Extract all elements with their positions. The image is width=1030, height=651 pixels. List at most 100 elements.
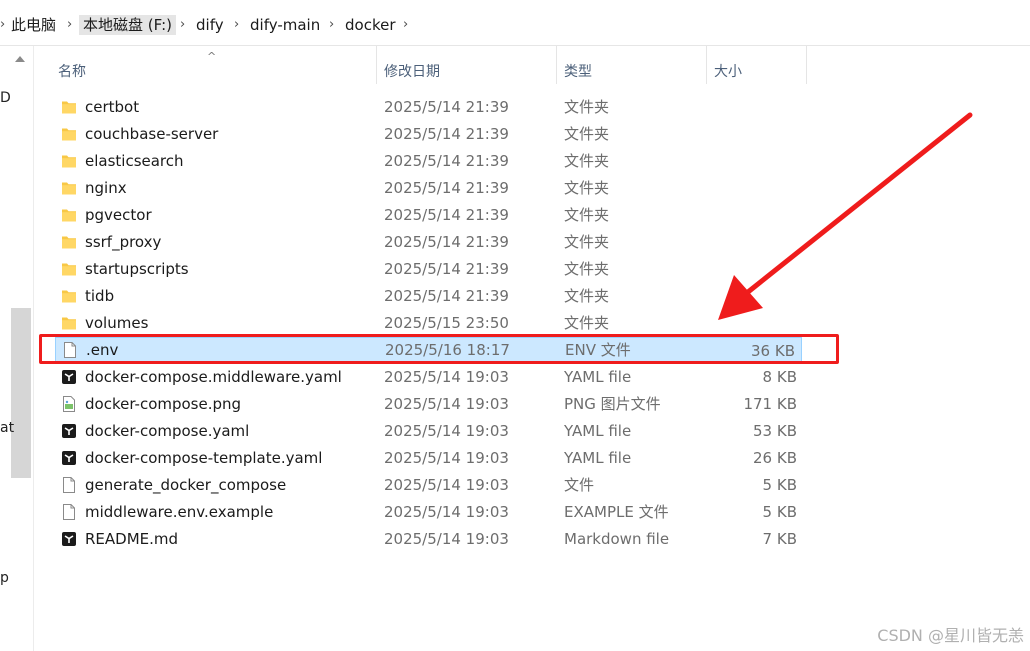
file-name: docker-compose.yaml — [85, 422, 250, 440]
yaml-file-icon — [60, 422, 78, 440]
table-row[interactable]: README.md 2025/5/14 19:03 Markdown file 7 K… — [38, 526, 803, 553]
nav-scrollbar-thumb[interactable] — [11, 308, 31, 478]
breadcrumb-docker[interactable]: docker — [345, 15, 396, 35]
file-type: YAML file — [564, 422, 632, 440]
modified-date: 2025/5/14 21:39 — [384, 206, 509, 224]
file-size: 7 KB — [762, 530, 797, 548]
yaml-file-icon — [60, 368, 78, 386]
chevron-right-icon[interactable]: › — [234, 15, 239, 35]
column-header-size[interactable]: 大小 — [714, 61, 742, 81]
modified-date: 2025/5/14 19:03 — [384, 503, 509, 521]
table-row[interactable]: startupscripts 2025/5/14 21:39 文件夹 — [38, 256, 803, 283]
chevron-right-icon[interactable]: › — [403, 15, 408, 35]
folder-icon — [60, 152, 78, 170]
sort-ascending-icon: ^ — [207, 50, 217, 63]
chevron-right-icon[interactable]: › — [0, 15, 5, 35]
folder-icon — [60, 206, 78, 224]
file-name: README.md — [85, 530, 179, 548]
modified-date: 2025/5/14 19:03 — [384, 476, 509, 494]
file-size: 26 KB — [753, 449, 797, 467]
modified-date: 2025/5/14 21:39 — [384, 287, 509, 305]
file-type: 文件 — [564, 476, 595, 494]
highlight-box — [39, 334, 839, 364]
breadcrumb-dify[interactable]: dify — [196, 15, 224, 35]
chevron-right-icon[interactable]: › — [67, 15, 72, 35]
file-name: generate_docker_compose — [85, 476, 287, 494]
chevron-right-icon[interactable]: › — [180, 15, 185, 35]
table-row[interactable]: pgvector 2025/5/14 21:39 文件夹 — [38, 202, 803, 229]
modified-date: 2025/5/14 19:03 — [384, 449, 509, 467]
table-row[interactable]: generate_docker_compose 2025/5/14 19:03 文件… — [38, 472, 803, 499]
table-row[interactable]: docker-compose.yaml 2025/5/14 19:03 YAML f… — [38, 418, 803, 445]
column-divider[interactable] — [706, 46, 707, 84]
modified-date: 2025/5/14 21:39 — [384, 125, 509, 143]
file-type: 文件夹 — [564, 179, 610, 197]
markdown-file-icon — [60, 530, 78, 548]
modified-date: 2025/5/14 21:39 — [384, 152, 509, 170]
table-row[interactable]: elasticsearch 2025/5/14 21:39 文件夹 — [38, 148, 803, 175]
column-header-name[interactable]: 名称 — [58, 61, 86, 81]
file-size: 5 KB — [762, 503, 797, 521]
column-divider[interactable] — [376, 46, 377, 84]
file-icon — [60, 476, 78, 494]
file-icon — [60, 503, 78, 521]
file-name: middleware.env.example — [85, 503, 274, 521]
table-row[interactable]: nginx 2025/5/14 21:39 文件夹 — [38, 175, 803, 202]
file-type: PNG 图片文件 — [564, 395, 661, 413]
image-file-icon — [60, 395, 78, 413]
breadcrumb-local-disk[interactable]: 本地磁盘 (F:) — [79, 15, 176, 35]
file-type: 文件夹 — [564, 260, 610, 278]
navigation-pane[interactable]: D at p — [0, 46, 34, 651]
column-divider[interactable] — [806, 46, 807, 84]
file-name: elasticsearch — [85, 152, 184, 170]
column-header-type[interactable]: 类型 — [564, 61, 592, 81]
column-divider[interactable] — [556, 46, 557, 84]
modified-date: 2025/5/14 19:03 — [384, 368, 509, 386]
table-row[interactable]: tidb 2025/5/14 21:39 文件夹 — [38, 283, 803, 310]
table-row[interactable]: volumes 2025/5/15 23:50 文件夹 — [38, 310, 803, 337]
file-type: 文件夹 — [564, 125, 610, 143]
modified-date: 2025/5/14 19:03 — [384, 395, 509, 413]
modified-date: 2025/5/14 19:03 — [384, 422, 509, 440]
breadcrumb-dify-main[interactable]: dify-main — [250, 15, 320, 35]
modified-date: 2025/5/14 21:39 — [384, 260, 509, 278]
modified-date: 2025/5/15 23:50 — [384, 314, 509, 332]
yaml-file-icon — [60, 449, 78, 467]
address-bar[interactable]: › 此电脑 › 本地磁盘 (F:) › dify › dify-main › d… — [0, 0, 1030, 46]
scroll-up-icon[interactable] — [15, 56, 25, 62]
column-header-row: 名称 修改日期 类型 大小 — [38, 46, 808, 92]
file-name: certbot — [85, 98, 140, 116]
file-type: Markdown file — [564, 530, 670, 548]
table-row[interactable]: docker-compose-template.yaml 2025/5/14 19… — [38, 445, 803, 472]
file-type: 文件夹 — [564, 152, 610, 170]
breadcrumb-this-pc[interactable]: 此电脑 — [11, 15, 56, 35]
table-row[interactable]: certbot 2025/5/14 21:39 文件夹 — [38, 94, 803, 121]
column-header-date[interactable]: 修改日期 — [384, 61, 440, 81]
table-row[interactable]: middleware.env.example 2025/5/14 19:03 EXA… — [38, 499, 803, 526]
modified-date: 2025/5/14 19:03 — [384, 530, 509, 548]
file-name: tidb — [85, 287, 115, 305]
folder-icon — [60, 314, 78, 332]
file-type: 文件夹 — [564, 287, 610, 305]
file-name: startupscripts — [85, 260, 189, 278]
file-name: pgvector — [85, 206, 152, 224]
nav-item-fragment[interactable]: p — [0, 570, 9, 586]
file-name: docker-compose.png — [85, 395, 242, 413]
table-row[interactable]: ssrf_proxy 2025/5/14 21:39 文件夹 — [38, 229, 803, 256]
table-row[interactable]: docker-compose.middleware.yaml 2025/5/14 … — [38, 364, 803, 391]
file-name: volumes — [85, 314, 149, 332]
modified-date: 2025/5/14 21:39 — [384, 179, 509, 197]
nav-item-fragment[interactable]: at — [0, 420, 14, 436]
table-row[interactable]: couchbase-server 2025/5/14 21:39 文件夹 — [38, 121, 803, 148]
table-row[interactable]: docker-compose.png 2025/5/14 19:03 PNG 图片文… — [38, 391, 803, 418]
file-size: 8 KB — [762, 368, 797, 386]
folder-icon — [60, 179, 78, 197]
file-type: EXAMPLE 文件 — [564, 503, 669, 521]
nav-item-fragment[interactable]: D — [0, 90, 11, 106]
modified-date: 2025/5/14 21:39 — [384, 233, 509, 251]
file-size: 53 KB — [753, 422, 797, 440]
chevron-right-icon[interactable]: › — [329, 15, 334, 35]
folder-icon — [60, 233, 78, 251]
file-type: YAML file — [564, 449, 632, 467]
file-type: 文件夹 — [564, 98, 610, 116]
